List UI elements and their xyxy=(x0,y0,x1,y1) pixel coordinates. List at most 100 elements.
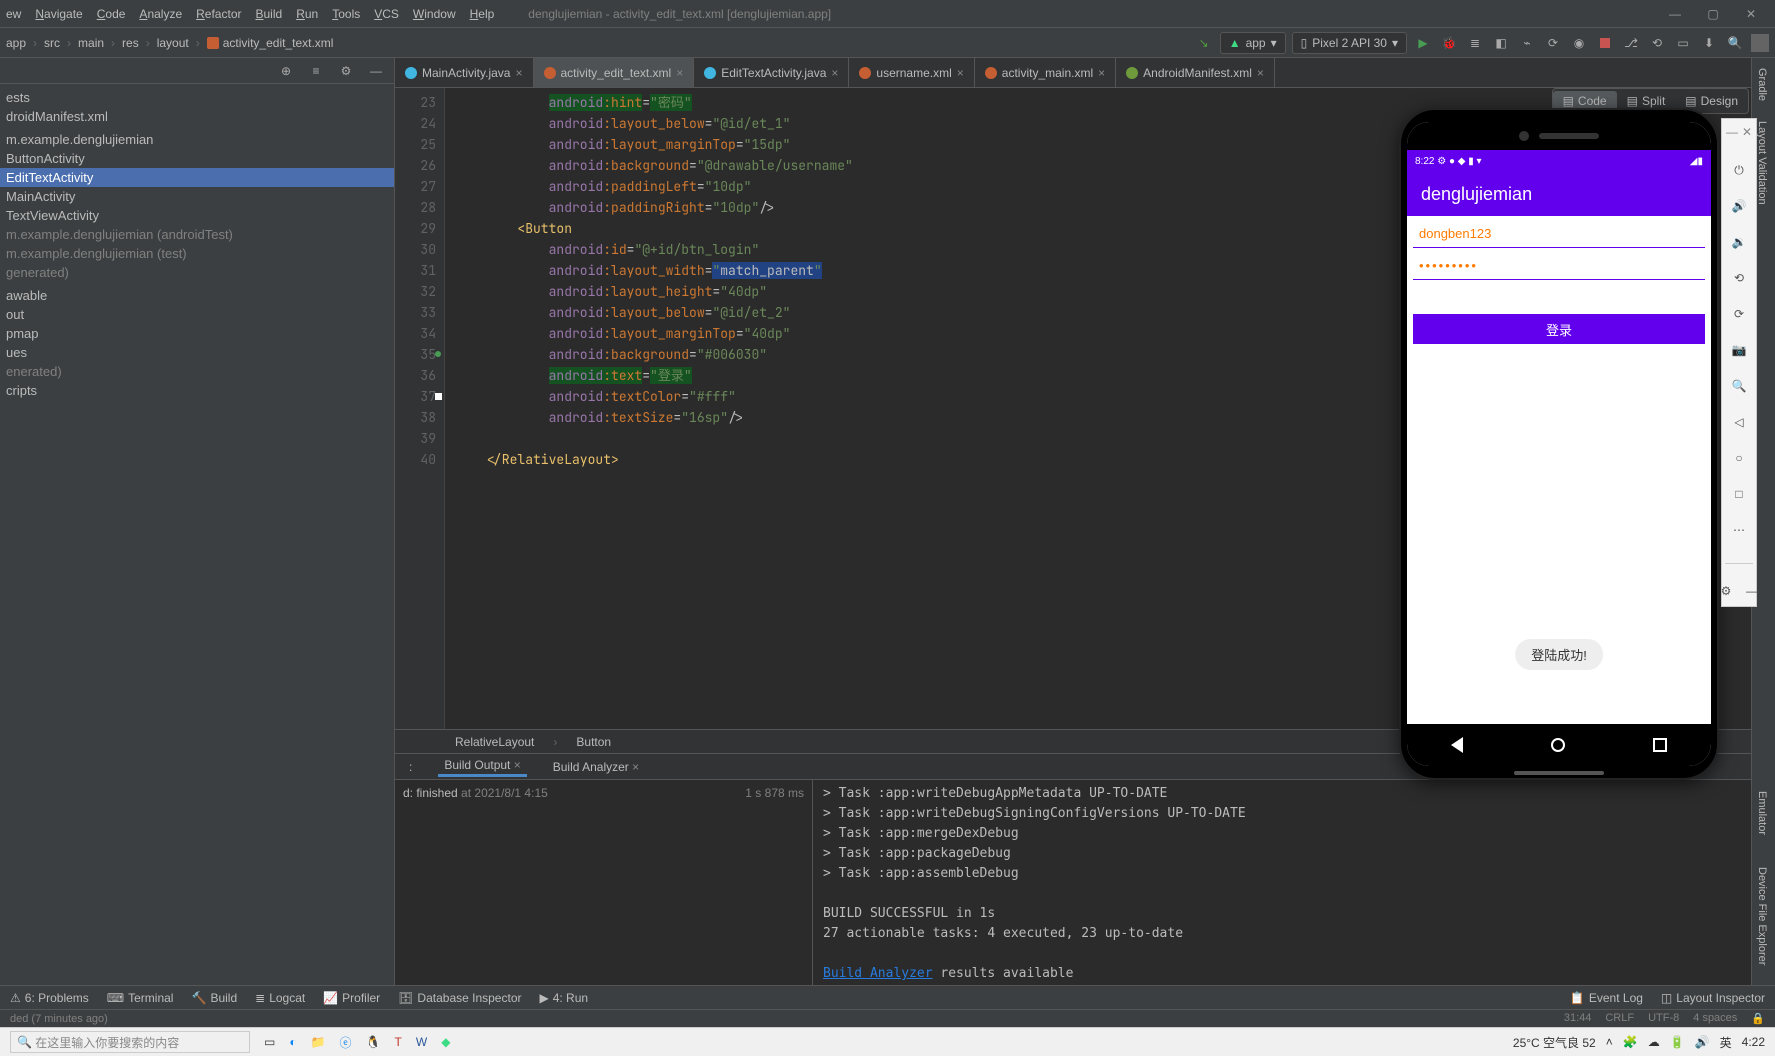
rotate-right-icon[interactable]: ⟳ xyxy=(1730,305,1748,323)
tray-item[interactable]: ☁ xyxy=(1648,1035,1660,1049)
qq-icon[interactable]: 🐧 xyxy=(366,1035,381,1049)
os-clock[interactable]: 4:22 xyxy=(1742,1035,1765,1049)
tree-item[interactable]: enerated) xyxy=(0,362,394,381)
close-icon[interactable]: × xyxy=(1257,66,1264,80)
window-close-icon[interactable]: ✕ xyxy=(1745,7,1757,21)
breadcrumb-item[interactable]: main xyxy=(78,36,104,50)
emulator-username-field[interactable]: dongben123 xyxy=(1413,220,1705,248)
close-icon[interactable]: × xyxy=(831,66,838,80)
emu-home-icon[interactable]: ○ xyxy=(1730,449,1748,467)
emulator-toolbar-close-icon[interactable]: ✕ xyxy=(1742,125,1752,139)
bottom-tool-event-log[interactable]: 📋Event Log xyxy=(1570,991,1643,1005)
run-icon[interactable]: ▶ xyxy=(1413,33,1433,53)
emulator-navbar[interactable] xyxy=(1407,724,1711,766)
tree-item[interactable]: out xyxy=(0,305,394,324)
run-config-selector[interactable]: ▲ app ▾ xyxy=(1220,32,1286,54)
ime-label[interactable]: 英 xyxy=(1720,1034,1732,1051)
status-cell[interactable]: 4 spaces xyxy=(1693,1012,1737,1025)
avatar[interactable] xyxy=(1751,34,1769,52)
tree-item[interactable]: m.example.denglujiemian (test) xyxy=(0,244,394,263)
bottom-tool-build[interactable]: 🔨Build xyxy=(191,991,237,1005)
locate-icon[interactable]: ⊕ xyxy=(276,61,296,81)
breadcrumb-item[interactable]: src xyxy=(44,36,60,50)
git-icon[interactable]: ⎇ xyxy=(1621,33,1641,53)
editor-tab[interactable]: activity_edit_text.xml × xyxy=(534,58,695,87)
settings-icon[interactable]: ⚙ xyxy=(336,61,356,81)
stop-icon[interactable] xyxy=(1595,33,1615,53)
as-icon[interactable]: ◆ xyxy=(441,1035,450,1049)
breadcrumb-item[interactable]: activity_edit_text.xml xyxy=(223,36,334,50)
build-analyzer-link[interactable]: Build Analyzer xyxy=(823,966,933,981)
tree-item[interactable]: m.example.denglujiemian xyxy=(0,130,394,149)
avd-icon[interactable]: ▭ xyxy=(1673,33,1693,53)
os-search-input[interactable]: 🔍 在这里输入你要搜索的内容 xyxy=(10,1031,250,1053)
menu-tools[interactable]: Tools xyxy=(332,7,360,21)
breadcrumb-item[interactable]: res xyxy=(122,36,139,50)
bottom-tool-terminal[interactable]: ⌨Terminal xyxy=(107,991,174,1005)
tray-item[interactable]: 🔋 xyxy=(1670,1035,1685,1049)
gradle-tab[interactable]: Gradle xyxy=(1752,58,1772,111)
bottom-tool-database-inspector[interactable]: 🗄Database Inspector xyxy=(398,991,521,1005)
zoom-in-icon[interactable]: 🔍 xyxy=(1730,377,1748,395)
tree-item[interactable]: m.example.denglujiemian (androidTest) xyxy=(0,225,394,244)
menu-help[interactable]: Help xyxy=(470,7,495,21)
tree-item[interactable]: ests xyxy=(0,88,394,107)
sync-icon[interactable]: ⟲ xyxy=(1647,33,1667,53)
menu-refactor[interactable]: Refactor xyxy=(196,7,241,21)
lock-icon[interactable]: 🔒 xyxy=(1751,1012,1765,1025)
camera-icon[interactable]: 📷 xyxy=(1730,341,1748,359)
close-icon[interactable]: × xyxy=(1098,66,1105,80)
minimize-icon[interactable]: — xyxy=(1743,582,1761,600)
editor-tab[interactable]: MainActivity.java × xyxy=(395,58,534,87)
debug-icon[interactable]: 🐞 xyxy=(1439,33,1459,53)
build-tab[interactable]: Build Output × xyxy=(438,756,526,777)
window-max-icon[interactable]: ▢ xyxy=(1707,7,1719,21)
close-icon[interactable]: × xyxy=(632,760,639,774)
breadcrumb-item[interactable]: app xyxy=(6,36,26,50)
edge-icon[interactable]: ◐ xyxy=(289,1035,296,1049)
ie-icon[interactable]: ⓔ xyxy=(340,1034,352,1051)
bottom-tool----run[interactable]: ▶4: Run xyxy=(539,991,588,1005)
menu-run[interactable]: Run xyxy=(296,7,318,21)
settings-icon[interactable]: ⚙ xyxy=(1717,582,1735,600)
editor-tab[interactable]: activity_main.xml × xyxy=(975,58,1116,87)
attach-debug-icon[interactable]: ⌁ xyxy=(1517,33,1537,53)
emulator-toolbar-min-icon[interactable]: — xyxy=(1726,125,1738,139)
close-icon[interactable]: × xyxy=(515,66,522,80)
tray-item[interactable]: 🔊 xyxy=(1695,1035,1710,1049)
weather-widget[interactable]: 25°C 空气良 52 xyxy=(1513,1034,1596,1051)
tree-item[interactable]: ButtonActivity xyxy=(0,149,394,168)
device-selector[interactable]: ▯ Pixel 2 API 30 ▾ xyxy=(1292,32,1407,54)
color-swatch-icon[interactable] xyxy=(435,393,442,400)
menu-navigate[interactable]: Navigate xyxy=(35,7,82,21)
power-icon[interactable]: ⏻ xyxy=(1730,161,1748,179)
profile-icon[interactable]: ◧ xyxy=(1491,33,1511,53)
tree-item[interactable]: TextViewActivity xyxy=(0,206,394,225)
gutter[interactable]: 232425262728293031323334353637383940 xyxy=(395,88,445,729)
menu-ew[interactable]: ew xyxy=(6,7,21,21)
device-file-explorer-tab[interactable]: Device File Explorer xyxy=(1752,857,1772,975)
bottom-tool----problems[interactable]: ⚠6: Problems xyxy=(10,991,89,1005)
tree-item[interactable]: awable xyxy=(0,286,394,305)
tree-item[interactable]: droidManifest.xml xyxy=(0,107,394,126)
rotate-left-icon[interactable]: ⟲ xyxy=(1730,269,1748,287)
editor-tab[interactable]: EditTextActivity.java × xyxy=(694,58,849,87)
tree-item[interactable]: pmap xyxy=(0,324,394,343)
close-icon[interactable]: × xyxy=(514,758,521,772)
tree-item[interactable]: generated) xyxy=(0,263,394,282)
emu-overview-icon[interactable]: □ xyxy=(1730,485,1748,503)
build-hammer-icon[interactable]: ↘ xyxy=(1194,33,1214,53)
menu-build[interactable]: Build xyxy=(255,7,282,21)
tray-up-icon[interactable]: ˄ xyxy=(1606,1035,1613,1049)
window-min-icon[interactable]: — xyxy=(1669,7,1681,21)
breadcrumb-item[interactable]: RelativeLayout xyxy=(455,735,534,749)
vscode-icon[interactable]: T xyxy=(395,1035,402,1049)
tree-item[interactable]: cripts xyxy=(0,381,394,400)
filter-icon[interactable]: ≡ xyxy=(306,61,326,81)
status-cell[interactable]: UTF-8 xyxy=(1648,1012,1679,1025)
status-cell[interactable]: 31:44 xyxy=(1564,1012,1592,1025)
taskview-icon[interactable]: ▭ xyxy=(264,1035,275,1049)
menu-code[interactable]: Code xyxy=(97,7,126,21)
app-inspection-icon[interactable]: ◉ xyxy=(1569,33,1589,53)
tree-item[interactable]: EditTextActivity xyxy=(0,168,394,187)
